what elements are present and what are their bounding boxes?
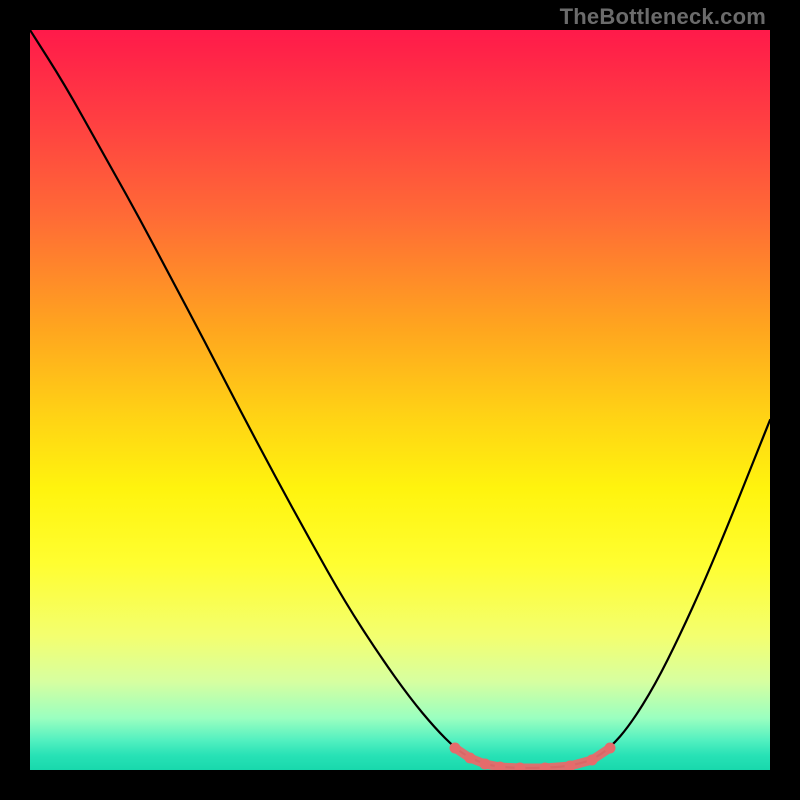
highlight-dot <box>587 755 598 766</box>
curve-layer <box>30 30 770 770</box>
highlight-dot <box>450 743 461 754</box>
plot-area <box>30 30 770 770</box>
highlight-dots <box>450 743 616 771</box>
highlight-dot <box>605 743 616 754</box>
chart-frame: TheBottleneck.com <box>0 0 800 800</box>
highlight-dot <box>465 753 476 764</box>
highlight-dot <box>480 759 491 770</box>
highlight-connector <box>455 748 610 768</box>
bottleneck-curve <box>30 30 770 768</box>
watermark-text: TheBottleneck.com <box>560 4 766 30</box>
